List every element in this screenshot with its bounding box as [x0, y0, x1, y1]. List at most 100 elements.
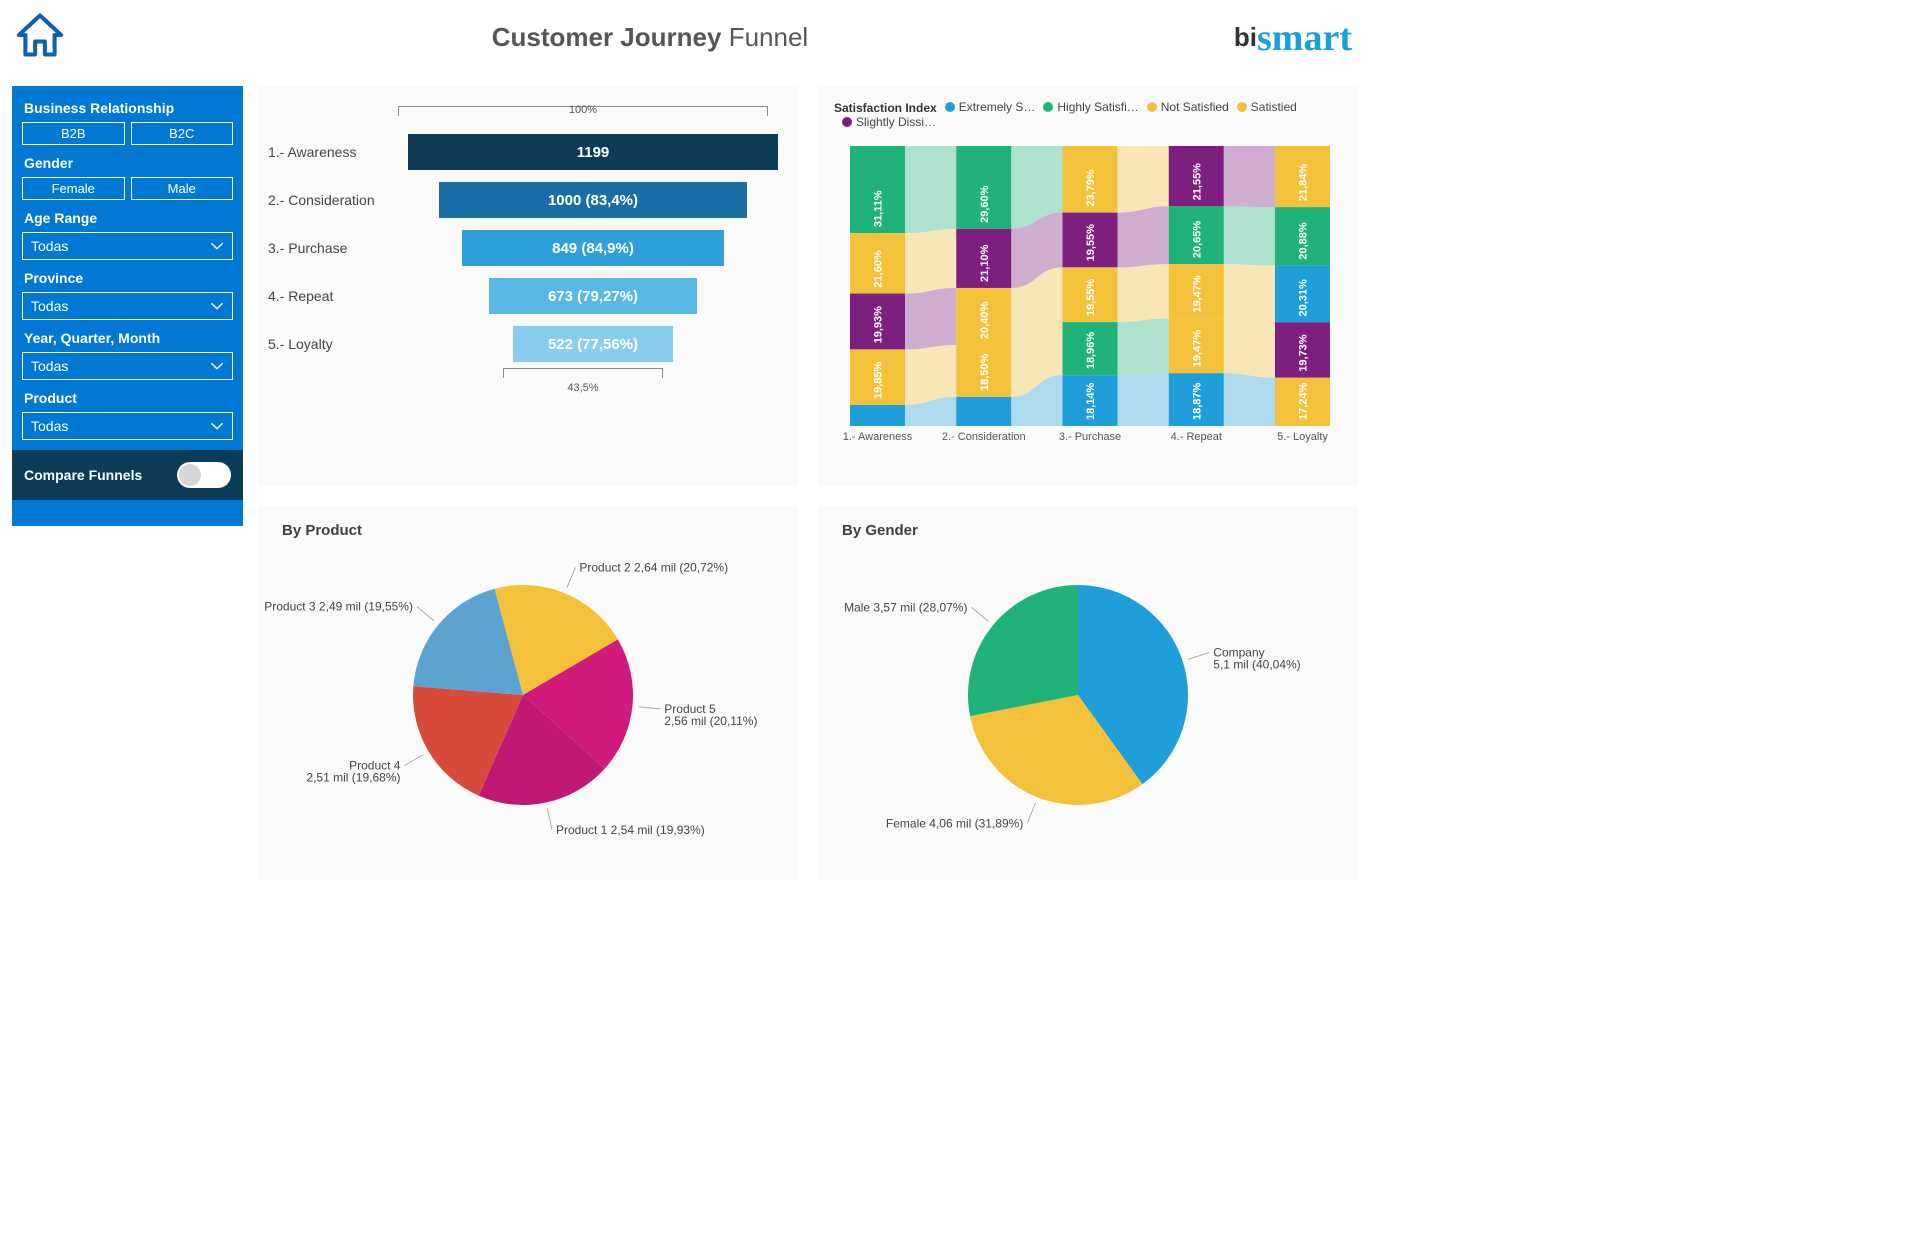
- filter-province-label: Province: [24, 270, 233, 286]
- pie-slice[interactable]: [968, 585, 1078, 716]
- legend-item[interactable]: Highly Satisfi…: [1043, 100, 1138, 114]
- filter-period-label: Year, Quarter, Month: [24, 330, 233, 346]
- pie-slice-label: 2,56 mil (20,11%): [664, 714, 757, 728]
- sankey-card: Satisfaction Index Extremely S… Highly Sat…: [818, 86, 1358, 486]
- home-icon[interactable]: [14, 9, 66, 66]
- svg-text:21,55%: 21,55%: [1191, 163, 1203, 201]
- svg-text:20,88%: 20,88%: [1298, 222, 1310, 260]
- svg-text:20,65%: 20,65%: [1191, 221, 1203, 259]
- svg-text:4.- Repeat: 4.- Repeat: [1171, 431, 1222, 443]
- legend-item[interactable]: Extremely S…: [945, 100, 1036, 114]
- funnel-stage-bar: 849 (84,9%): [462, 230, 724, 266]
- svg-text:19,47%: 19,47%: [1191, 330, 1203, 368]
- funnel-stage-bar: 1199: [408, 134, 778, 170]
- page-title-light: Funnel: [729, 22, 809, 52]
- filter-business-label: Business Relationship: [24, 100, 233, 116]
- compare-funnels-toggle[interactable]: [177, 462, 231, 488]
- filter-age-value: Todas: [31, 238, 68, 254]
- filter-age-select[interactable]: Todas: [22, 232, 233, 260]
- svg-text:19,85%: 19,85%: [873, 361, 885, 399]
- svg-text:19,93%: 19,93%: [873, 306, 885, 344]
- svg-text:3.- Purchase: 3.- Purchase: [1059, 431, 1121, 443]
- logo-smart: smart: [1257, 23, 1352, 53]
- pie-slice-label: Product 3 2,49 mil (19,55%): [264, 600, 413, 614]
- filter-age-label: Age Range: [24, 210, 233, 226]
- svg-text:19,55%: 19,55%: [1085, 279, 1097, 317]
- svg-text:19,55%: 19,55%: [1085, 224, 1097, 262]
- by-product-card: By Product Product 2 2,64 mil (20,72%) Pr…: [258, 506, 798, 880]
- svg-text:19,47%: 19,47%: [1191, 275, 1203, 313]
- funnel-card: 100%1.- Awareness 11992.- Consideration …: [258, 86, 798, 486]
- page-title: Customer Journey Funnel: [492, 22, 808, 53]
- svg-text:5.- Loyalty: 5.- Loyalty: [1277, 431, 1328, 443]
- svg-text:31,11%: 31,11%: [873, 190, 885, 227]
- filter-province-value: Todas: [31, 298, 68, 314]
- by-gender-card: By Gender Company5,1 mil (40,04%)Female …: [818, 506, 1358, 880]
- filter-b2c-button[interactable]: B2C: [131, 122, 234, 145]
- pie-slice-label: 5,1 mil (40,04%): [1213, 658, 1300, 672]
- filter-male-button[interactable]: Male: [131, 177, 234, 200]
- by-gender-title: By Gender: [842, 522, 1358, 539]
- chevron-down-icon: [210, 298, 224, 314]
- svg-text:29,60%: 29,60%: [979, 185, 991, 223]
- svg-text:18,96%: 18,96%: [1085, 332, 1097, 370]
- svg-text:17,24%: 17,24%: [1298, 382, 1310, 420]
- pie-slice-label: Male 3,57 mil (28,07%): [844, 600, 967, 614]
- filter-gender-label: Gender: [24, 155, 233, 171]
- filter-product-select[interactable]: Todas: [22, 412, 233, 440]
- sankey-segment[interactable]: [850, 405, 905, 426]
- svg-text:2.- Consideration: 2.- Consideration: [942, 431, 1026, 443]
- compare-funnels-row: Compare Funnels: [12, 450, 243, 500]
- funnel-stage-label: 4.- Repeat: [268, 288, 398, 304]
- funnel-stage[interactable]: 1.- Awareness 1199: [268, 128, 788, 176]
- funnel-stage-bar: 522 (77,56%): [513, 326, 674, 362]
- svg-text:19,73%: 19,73%: [1298, 334, 1310, 372]
- filter-product-label: Product: [24, 390, 233, 406]
- svg-text:20,31%: 20,31%: [1298, 279, 1310, 317]
- chevron-down-icon: [210, 238, 224, 254]
- svg-text:1.- Awareness: 1.- Awareness: [843, 431, 913, 443]
- filter-b2b-button[interactable]: B2B: [22, 122, 125, 145]
- svg-text:21,60%: 21,60%: [873, 250, 885, 288]
- svg-text:23,79%: 23,79%: [1085, 169, 1097, 207]
- filter-province-select[interactable]: Todas: [22, 292, 233, 320]
- filter-female-button[interactable]: Female: [22, 177, 125, 200]
- funnel-stage[interactable]: 4.- Repeat 673 (79,27%): [268, 272, 788, 320]
- funnel-stage[interactable]: 3.- Purchase 849 (84,9%): [268, 224, 788, 272]
- funnel-stage[interactable]: 5.- Loyalty 522 (77,56%): [268, 320, 788, 368]
- logo-bi: bi: [1234, 22, 1257, 53]
- funnel-stage-label: 1.- Awareness: [268, 144, 398, 160]
- sankey-legend-title: Satisfaction Index: [834, 101, 937, 115]
- compare-funnels-label: Compare Funnels: [24, 467, 142, 483]
- funnel-stage-bar: 673 (79,27%): [489, 278, 697, 314]
- chevron-down-icon: [210, 358, 224, 374]
- pie-slice-label: 2,51 mil (19,68%): [306, 771, 400, 785]
- filter-period-value: Todas: [31, 358, 68, 374]
- funnel-stage-label: 2.- Consideration: [268, 192, 398, 208]
- funnel-stage[interactable]: 2.- Consideration 1000 (83,4%): [268, 176, 788, 224]
- svg-text:18,14%: 18,14%: [1085, 382, 1097, 420]
- svg-text:18,50%: 18,50%: [979, 353, 991, 391]
- funnel-stage-label: 3.- Purchase: [268, 240, 398, 256]
- svg-text:21,84%: 21,84%: [1298, 164, 1310, 202]
- filter-period-select[interactable]: Todas: [22, 352, 233, 380]
- svg-text:18,87%: 18,87%: [1191, 383, 1203, 421]
- svg-text:20,40%: 20,40%: [979, 302, 991, 340]
- legend-item[interactable]: Not Satisfied: [1147, 100, 1229, 114]
- svg-text:21,10%: 21,10%: [979, 244, 991, 282]
- sankey-segment[interactable]: [956, 397, 1011, 426]
- funnel-stage-bar: 1000 (83,4%): [439, 182, 748, 218]
- legend-item[interactable]: Slightly Dissi…: [842, 115, 936, 129]
- funnel-stage-label: 5.- Loyalty: [268, 336, 398, 352]
- header: Customer Journey Funnel bismart: [0, 0, 1370, 75]
- pie-slice-label: Female 4,06 mil (31,89%): [886, 816, 1023, 830]
- by-product-title: By Product: [282, 522, 798, 539]
- pie-slice-label: Product 1 2,54 mil (19,93%): [556, 823, 705, 837]
- filter-sidebar: Business Relationship B2B B2C Gender Fem…: [12, 86, 243, 526]
- legend-item[interactable]: Satistied: [1237, 100, 1297, 114]
- filter-product-value: Todas: [31, 418, 68, 434]
- page-title-bold: Customer Journey: [492, 22, 722, 52]
- chevron-down-icon: [210, 418, 224, 434]
- brand-logo: bismart: [1234, 22, 1352, 53]
- pie-slice-label: Product 2 2,64 mil (20,72%): [579, 560, 728, 574]
